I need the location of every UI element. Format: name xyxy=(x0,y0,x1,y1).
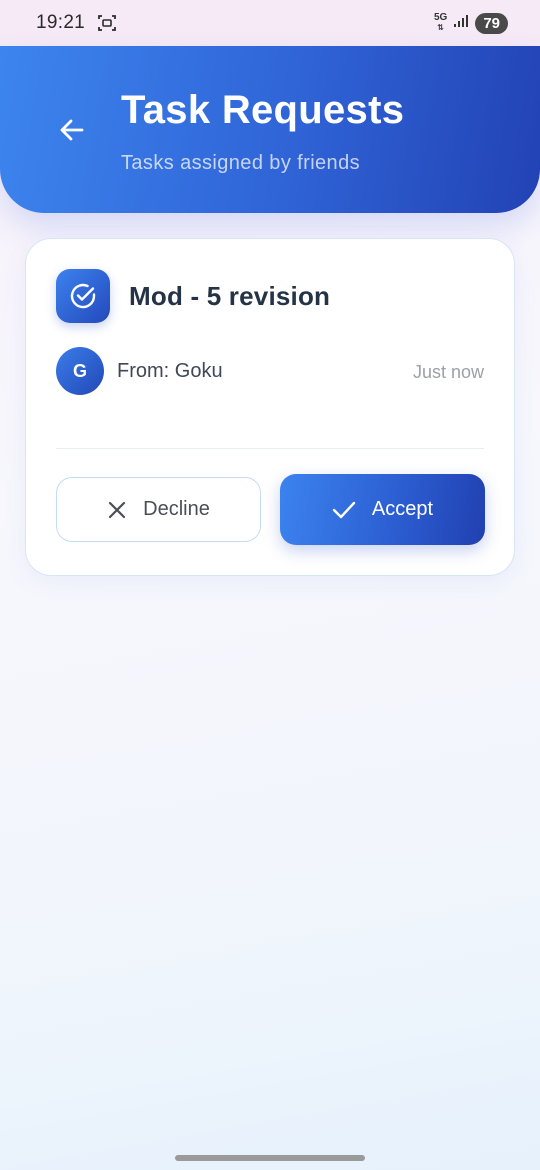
status-time: 19:21 xyxy=(36,12,86,33)
divider xyxy=(56,448,484,449)
check-circle-icon xyxy=(56,269,110,323)
signal-icon xyxy=(453,14,469,33)
close-icon xyxy=(109,501,126,518)
task-title: Mod - 5 revision xyxy=(129,281,331,311)
screen-record-icon xyxy=(97,13,117,33)
avatar: G xyxy=(56,347,104,395)
arrow-left-icon xyxy=(60,119,84,141)
checkmark-icon xyxy=(332,501,356,518)
page-title: Task Requests xyxy=(121,88,405,132)
home-indicator[interactable] xyxy=(175,1155,365,1161)
request-time: Just now xyxy=(412,362,484,382)
accept-label: Accept xyxy=(371,498,434,520)
task-request-card: Mod - 5 revision G From: Goku Just now D… xyxy=(25,238,515,576)
status-bar: 19:21 5G ⇅ 79 xyxy=(0,0,540,46)
app-header: Task Requests Tasks assigned by friends xyxy=(0,46,540,213)
page-subtitle: Tasks assigned by friends xyxy=(121,152,361,174)
back-button[interactable] xyxy=(54,112,90,148)
sender-label: From: Goku xyxy=(117,360,223,382)
status-indicators: 5G ⇅ 79 xyxy=(433,12,508,34)
battery-icon: 79 xyxy=(475,12,508,34)
network-label: 5G xyxy=(433,12,448,23)
network-type: 5G ⇅ xyxy=(433,12,448,33)
decline-button[interactable]: Decline xyxy=(56,477,261,542)
decline-label: Decline xyxy=(143,498,210,520)
accept-button[interactable]: Accept xyxy=(280,474,485,545)
